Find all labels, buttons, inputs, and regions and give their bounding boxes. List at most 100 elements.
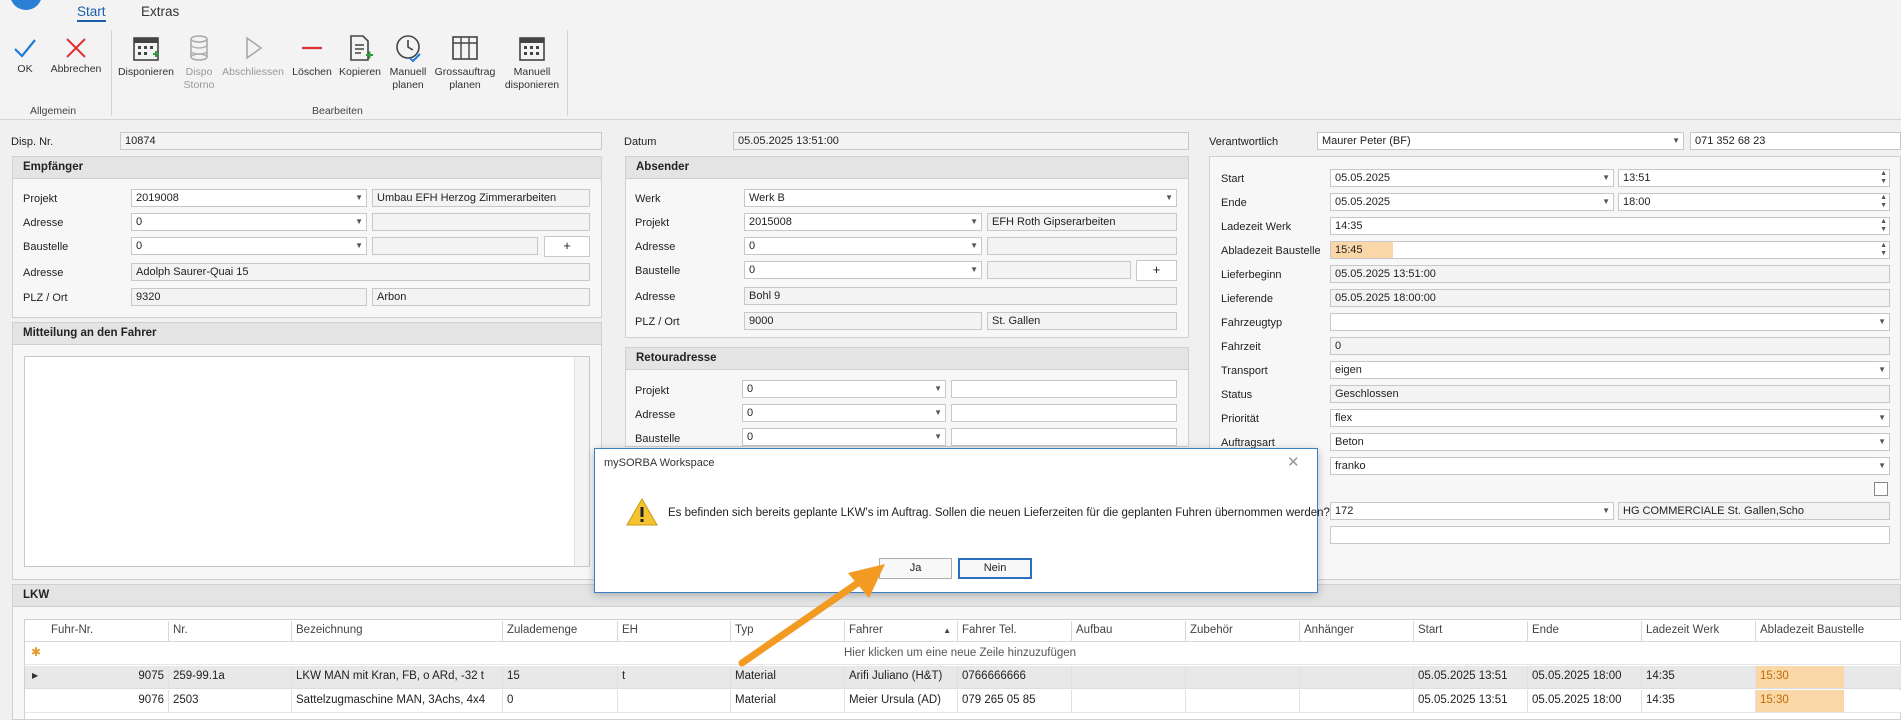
tab-start[interactable]: Start (77, 4, 106, 22)
spinner-icon[interactable]: ▲ ▼ (1880, 218, 1887, 234)
chevron-down-icon[interactable]: ▼ (934, 408, 942, 417)
empf-adresse-value: 0 (136, 216, 143, 228)
ret-adresse-desc[interactable] (951, 404, 1177, 422)
cell-abladezeit: 15:30 (1756, 690, 1844, 712)
abs-werk-value: Werk B (749, 192, 785, 204)
cell-eh (618, 690, 731, 712)
kopieren-button[interactable]: Kopieren (337, 33, 383, 79)
col-start[interactable]: Start (1414, 621, 1528, 641)
chevron-down-icon[interactable]: ▼ (970, 241, 978, 250)
chevron-down-icon[interactable]: ▼ (1602, 173, 1610, 182)
chevron-down-icon[interactable]: ▼ (355, 241, 363, 250)
tab-extras[interactable]: Extras (141, 4, 179, 19)
col-fahrer-tel[interactable]: Fahrer Tel. (958, 621, 1072, 641)
abschliessen-button[interactable]: Abschliessen (222, 33, 284, 79)
empf-adresse-select[interactable]: 0 ▼ (131, 213, 367, 231)
ret-baustelle-desc[interactable] (951, 428, 1177, 446)
telefon-field[interactable]: 071 352 68 23 (1690, 132, 1901, 150)
franko-select[interactable]: franko ▼ (1330, 457, 1890, 475)
absender-title: Absender (626, 157, 1188, 179)
empf-plz-field: 9320 (131, 288, 367, 306)
manuell-disponieren-button[interactable]: Manuell disponieren (502, 33, 562, 92)
verantwortlich-select[interactable]: Maurer Peter (BF) ▼ (1317, 132, 1684, 150)
disponieren-button[interactable]: Disponieren (116, 33, 176, 79)
spinner-icon[interactable]: ▲ ▼ (1880, 194, 1887, 210)
chevron-down-icon[interactable]: ▼ (970, 217, 978, 226)
col-anhaenger[interactable]: Anhänger (1300, 621, 1414, 641)
abs-werk-label: Werk (635, 193, 661, 205)
auftragsart-select[interactable]: Beton ▼ (1330, 433, 1890, 451)
spinner-icon[interactable]: ▲ ▼ (1880, 170, 1887, 186)
chevron-down-icon[interactable]: ▼ (1602, 506, 1610, 515)
ret-projekt-label: Projekt (635, 385, 670, 397)
spinner-icon[interactable]: ▲ ▼ (1880, 242, 1887, 258)
mitteilung-scrollbar[interactable] (574, 357, 589, 566)
kunde-nr-select[interactable]: 172 ▼ (1330, 502, 1614, 520)
chevron-down-icon[interactable]: ▼ (355, 217, 363, 226)
abbrechen-button[interactable]: Abbrechen (48, 36, 104, 76)
abs-add-baustelle-button[interactable]: + (1136, 260, 1177, 281)
empf-baustelle-select[interactable]: 0 ▼ (131, 237, 367, 255)
grossauftrag-planen-button[interactable]: Grossauftrag planen (432, 33, 498, 92)
ok-button[interactable]: OK (10, 36, 40, 76)
cell-fuhr-nr: 9075 (47, 666, 169, 688)
abs-werk-select[interactable]: Werk B ▼ (744, 189, 1177, 207)
chevron-down-icon[interactable]: ▼ (1878, 365, 1886, 374)
chevron-down-icon[interactable]: ▼ (1878, 437, 1886, 446)
empf-add-baustelle-button[interactable]: + (544, 236, 590, 257)
fahrzeugtyp-select[interactable]: ▼ (1330, 313, 1890, 331)
abs-projekt-select[interactable]: 2015008 ▼ (744, 213, 982, 231)
option-checkbox[interactable] (1874, 482, 1888, 496)
start-date-select[interactable]: 05.05.2025 ▼ (1330, 169, 1614, 187)
col-eh[interactable]: EH (618, 621, 731, 641)
ende-date-select[interactable]: 05.05.2025 ▼ (1330, 193, 1614, 211)
loeschen-button[interactable]: Löschen (290, 33, 334, 79)
nein-button[interactable]: Nein (958, 558, 1032, 579)
abs-baustelle-select[interactable]: 0 ▼ (744, 261, 982, 279)
transport-select[interactable]: eigen ▼ (1330, 361, 1890, 379)
col-aufbau[interactable]: Aufbau (1072, 621, 1186, 641)
ladezeit-label: Ladezeit Werk (1221, 221, 1292, 233)
chevron-down-icon[interactable]: ▼ (970, 265, 978, 274)
ret-projekt-select[interactable]: 0 ▼ (742, 380, 946, 398)
col-ende[interactable]: Ende (1528, 621, 1642, 641)
col-nr[interactable]: Nr. (169, 621, 292, 641)
kunde-extra-field[interactable] (1330, 526, 1890, 544)
datum-field[interactable]: 05.05.2025 13:51:00 (733, 132, 1189, 150)
col-zubehoer[interactable]: Zubehör (1186, 621, 1300, 641)
ret-adresse-select[interactable]: 0 ▼ (742, 404, 946, 422)
chevron-down-icon[interactable]: ▼ (934, 384, 942, 393)
abschliessen-label: Abschliessen (222, 66, 284, 78)
col-abladezeit-baustelle[interactable]: Abladezeit Baustelle (1756, 621, 1880, 641)
storno-label: Storno (183, 79, 215, 91)
col-fuhr-nr[interactable]: Fuhr-Nr. (47, 621, 169, 641)
dialog-close-icon[interactable]: ✕ (1287, 453, 1300, 471)
col-zuladememenge[interactable]: Zulademenge (503, 621, 618, 641)
col-ladezeit-werk[interactable]: Ladezeit Werk (1642, 621, 1756, 641)
chevron-down-icon[interactable]: ▼ (934, 432, 942, 441)
mitteilung-textarea[interactable] (24, 356, 590, 567)
col-bezeichnung[interactable]: Bezeichnung (292, 621, 503, 641)
ret-baustelle-select[interactable]: 0 ▼ (742, 428, 946, 446)
abladezeit-spin[interactable]: 15:45 ▲ ▼ (1330, 241, 1890, 259)
ende-time-spin[interactable]: 18:00 ▲ ▼ (1618, 193, 1890, 211)
ret-projekt-desc[interactable] (951, 380, 1177, 398)
app-logo-icon[interactable] (10, 0, 42, 10)
chevron-down-icon[interactable]: ▼ (355, 193, 363, 202)
chevron-down-icon[interactable]: ▼ (1878, 413, 1886, 422)
manuell-planen-button[interactable]: Manuell planen (386, 33, 430, 92)
chevron-down-icon[interactable]: ▼ (1878, 317, 1886, 326)
play-icon (246, 36, 263, 60)
chevron-down-icon[interactable]: ▼ (1602, 197, 1610, 206)
start-time-spin[interactable]: 13:51 ▲ ▼ (1618, 169, 1890, 187)
disp-nr-field[interactable]: 10874 (120, 132, 602, 150)
chevron-down-icon[interactable]: ▼ (1672, 136, 1680, 145)
empf-projekt-desc: Umbau EFH Herzog Zimmerarbeiten (372, 189, 590, 207)
chevron-down-icon[interactable]: ▼ (1165, 193, 1173, 202)
ladezeit-spin[interactable]: 14:35 ▲ ▼ (1330, 217, 1890, 235)
chevron-down-icon[interactable]: ▼ (1878, 461, 1886, 470)
dispo-storno-button[interactable]: Dispo Storno (178, 33, 220, 92)
abs-adresse-select[interactable]: 0 ▼ (744, 237, 982, 255)
empf-projekt-select[interactable]: 2019008 ▼ (131, 189, 367, 207)
prioritaet-select[interactable]: flex ▼ (1330, 409, 1890, 427)
